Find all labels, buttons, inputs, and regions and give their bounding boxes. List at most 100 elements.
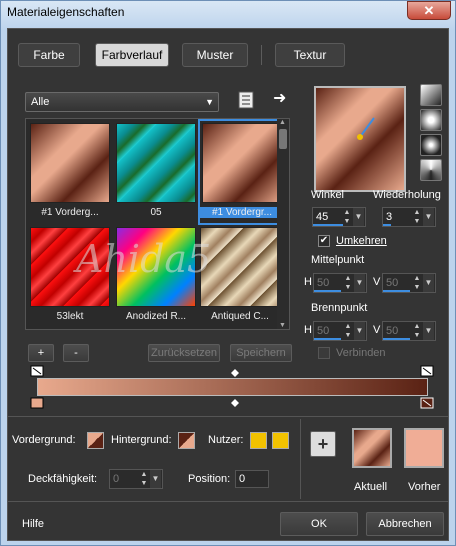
midpoint-h-spinbox[interactable]: 50 ▲ ▼ ▼	[313, 273, 367, 293]
arrow-right-icon[interactable]: ➜	[273, 91, 289, 109]
background-swatch[interactable]	[178, 432, 195, 449]
gradient-swatch	[30, 123, 110, 203]
gallery-item[interactable]: 05	[114, 121, 198, 225]
user-color-swatch[interactable]	[250, 432, 267, 449]
focal-h-spinbox[interactable]: 50 ▲ ▼ ▼	[313, 321, 367, 341]
cancel-button[interactable]: Abbrechen	[366, 512, 444, 536]
midpoint-label: Mittelpunkt	[311, 254, 365, 266]
close-button[interactable]: ✕	[407, 1, 451, 20]
opacity-spinbox[interactable]: 0 ▲ ▼ ▼	[109, 469, 163, 489]
invert-checkbox[interactable]: ✔	[318, 235, 330, 247]
rectangular-gradient-icon[interactable]	[420, 109, 442, 131]
watermark-text: Ahida5	[76, 237, 212, 281]
spin-arrows-icon[interactable]: ▲ ▼	[412, 274, 422, 292]
angle-spinbox[interactable]: 45 ▲ ▼ ▼	[312, 207, 366, 227]
add-button[interactable]: +	[28, 344, 54, 362]
spin-arrows-icon[interactable]: ▲ ▼	[139, 470, 149, 488]
scroll-down-icon[interactable]: ▼	[279, 322, 286, 329]
gallery-item-label: 53lekt	[56, 311, 84, 322]
gradient-swatch	[116, 123, 196, 203]
ok-button[interactable]: OK	[280, 512, 358, 536]
title-bar[interactable]: Materialeigenschaften ✕	[1, 1, 455, 27]
add-to-palette-button[interactable]: +	[310, 431, 336, 457]
midpoint-h-bar	[314, 290, 341, 292]
spin-arrows-icon[interactable]: ▲ ▼	[412, 208, 422, 226]
focal-v-value: 50	[386, 325, 399, 337]
midpoint-v-value: 50	[386, 277, 399, 289]
focal-v-bar	[383, 338, 410, 340]
chevron-down-icon[interactable]: ▼	[423, 208, 434, 226]
chevron-down-icon: ▼	[205, 97, 214, 107]
gallery-item[interactable]: #1 Vorderg...	[28, 121, 112, 225]
gallery-item-label: #1 Vorderg...	[41, 207, 99, 218]
scroll-up-icon[interactable]: ▲	[279, 119, 286, 126]
divider	[8, 416, 448, 417]
position-value: 0	[239, 473, 246, 485]
chevron-down-icon[interactable]: ▼	[423, 274, 434, 292]
opacity-label: Deckfähigkeit:	[28, 473, 98, 485]
remove-button[interactable]: -	[63, 344, 89, 362]
spin-arrows-icon[interactable]: ▲ ▼	[412, 322, 422, 340]
foreground-swatch[interactable]	[87, 432, 104, 449]
divider	[8, 501, 448, 502]
gallery-scrollbar[interactable]: ▲ ▼	[277, 119, 289, 329]
gallery-item-selected[interactable]: #1 Vordergr...	[198, 119, 286, 225]
sunburst-gradient-icon[interactable]	[420, 134, 442, 156]
angle-label: Winkel	[311, 189, 345, 201]
repeat-bar	[383, 224, 391, 226]
library-icon[interactable]	[238, 91, 254, 109]
tab-farbe[interactable]: Farbe	[18, 43, 80, 67]
gradient-bar[interactable]	[37, 378, 428, 396]
chevron-down-icon[interactable]: ▼	[354, 274, 365, 292]
angle-value: 45	[316, 211, 329, 223]
midpoint-h-label: H	[304, 276, 312, 288]
tab-separator	[261, 45, 262, 65]
midpoint-v-label: V	[373, 276, 381, 288]
spin-arrows-icon[interactable]: ▲ ▼	[343, 322, 353, 340]
focal-h-bar	[314, 338, 341, 340]
focal-v-label: V	[373, 324, 381, 336]
position-input[interactable]: 0	[235, 470, 269, 488]
user-label: Nutzer:	[208, 434, 244, 446]
gradient-editor	[30, 365, 434, 409]
gallery-item-label: Anodized R...	[125, 311, 187, 322]
midpoint-v-spinbox[interactable]: 50 ▲ ▼ ▼	[382, 273, 436, 293]
gradient-swatch	[202, 123, 282, 203]
foreground-label: Vordergrund:	[12, 434, 76, 446]
focal-v-spinbox[interactable]: 50 ▲ ▼ ▼	[382, 321, 436, 341]
chevron-down-icon[interactable]: ▼	[423, 322, 434, 340]
tab-farbverlauf[interactable]: Farbverlauf	[95, 43, 169, 67]
category-dropdown[interactable]: Alle ▼	[25, 92, 219, 112]
focal-label: Brennpunkt	[311, 302, 368, 314]
spin-arrows-icon[interactable]: ▲ ▼	[342, 208, 352, 226]
tab-muster[interactable]: Muster	[182, 43, 248, 67]
gradient-preview[interactable]	[314, 86, 406, 192]
gallery-item-label: Antiqued C...	[211, 311, 269, 322]
invert-label: Umkehren	[336, 235, 387, 247]
position-label: Position:	[188, 473, 231, 485]
previous-label: Vorher	[408, 481, 441, 493]
spin-arrows-icon[interactable]: ▲ ▼	[343, 274, 353, 292]
reset-button[interactable]: Zurücksetzen	[148, 344, 220, 362]
chevron-down-icon[interactable]: ▼	[150, 470, 161, 488]
window-title: Materialeigenschaften	[7, 5, 125, 19]
repeat-spinbox[interactable]: 3 ▲ ▼ ▼	[382, 207, 436, 227]
scrollbar-thumb[interactable]	[279, 129, 287, 149]
current-swatch	[352, 428, 392, 468]
gradient-gallery: #1 Vorderg... 05 #1 Vordergr... 53lekt A…	[25, 118, 290, 330]
category-value: Alle	[31, 96, 50, 108]
save-button[interactable]: Speichern	[230, 344, 292, 362]
chevron-down-icon[interactable]: ▼	[354, 322, 365, 340]
repeat-label: Wiederholung	[373, 189, 441, 201]
current-label: Aktuell	[354, 481, 388, 493]
radial-gradient-icon[interactable]	[420, 159, 442, 181]
user-color-swatch-2[interactable]	[272, 432, 289, 449]
help-link[interactable]: Hilfe	[22, 518, 44, 530]
midpoint-v-bar	[383, 290, 410, 292]
linear-gradient-icon[interactable]	[420, 84, 442, 106]
tab-textur[interactable]: Textur	[275, 43, 345, 67]
material-properties-window: Materialeigenschaften ✕ Farbe Farbverlau…	[0, 0, 456, 546]
chevron-down-icon[interactable]: ▼	[353, 208, 364, 226]
gradient-swatch	[200, 227, 280, 307]
link-checkbox[interactable]	[318, 347, 330, 359]
